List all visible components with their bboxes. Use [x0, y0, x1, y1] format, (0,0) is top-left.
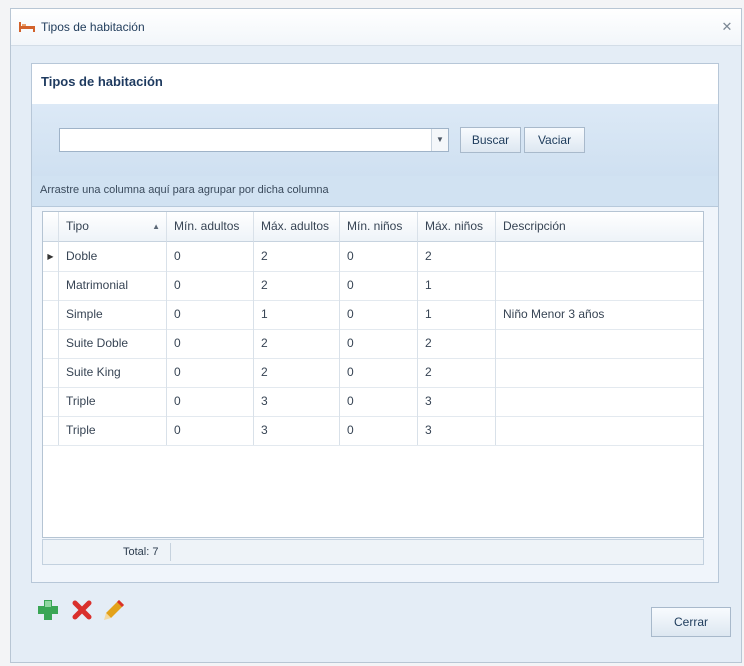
cell-tipo[interactable]: Doble — [59, 242, 167, 271]
cell-descripcion[interactable] — [496, 416, 703, 445]
cell-max-adultos[interactable]: 3 — [254, 387, 340, 416]
current-row-indicator-icon: ▶ — [43, 242, 59, 271]
table-row[interactable]: ▶ Doble 0 2 0 2 — [43, 242, 703, 272]
cell-min-ninos[interactable]: 0 — [340, 387, 418, 416]
cell-min-ninos[interactable]: 0 — [340, 329, 418, 358]
row-indicator-header — [43, 212, 59, 242]
title-bar[interactable]: Tipos de habitación ✕ — [11, 9, 741, 46]
cell-min-ninos[interactable]: 0 — [340, 242, 418, 271]
cell-min-adultos[interactable]: 0 — [167, 416, 254, 445]
total-count: Total: 7 — [123, 546, 159, 558]
search-bar: ▼ Buscar Vaciar — [32, 104, 718, 176]
cell-descripcion[interactable] — [496, 329, 703, 358]
column-header-min-ninos[interactable]: Mín. niños — [340, 212, 418, 242]
cell-max-ninos[interactable]: 1 — [418, 271, 496, 300]
cell-min-ninos[interactable]: 0 — [340, 271, 418, 300]
panel-title: Tipos de habitación — [41, 74, 163, 89]
cell-tipo[interactable]: Suite King — [59, 358, 167, 387]
column-header-min-adultos[interactable]: Mín. adultos — [167, 212, 254, 242]
cell-tipo[interactable]: Simple — [59, 300, 167, 329]
cell-max-ninos[interactable]: 3 — [418, 416, 496, 445]
edit-icon — [104, 600, 124, 620]
cell-max-adultos[interactable]: 2 — [254, 271, 340, 300]
cell-min-adultos[interactable]: 0 — [167, 271, 254, 300]
cell-max-adultos[interactable]: 2 — [254, 242, 340, 271]
delete-button[interactable] — [69, 597, 95, 623]
row-indicator — [43, 358, 59, 387]
cell-descripcion[interactable] — [496, 271, 703, 300]
row-indicator — [43, 329, 59, 358]
add-icon — [38, 600, 58, 620]
delete-icon — [72, 600, 92, 620]
window-title: Tipos de habitación — [41, 20, 145, 34]
table-row[interactable]: Matrimonial 0 2 0 1 — [43, 271, 703, 301]
room-types-panel: Tipos de habitación ▼ Buscar Vaciar Arra… — [31, 63, 719, 583]
group-by-panel[interactable]: Arrastre una columna aquí para agrupar p… — [32, 176, 718, 207]
cell-min-adultos[interactable]: 0 — [167, 329, 254, 358]
cell-max-adultos[interactable]: 2 — [254, 358, 340, 387]
cell-max-ninos[interactable]: 2 — [418, 358, 496, 387]
search-button[interactable]: Buscar — [460, 127, 521, 153]
cell-max-ninos[interactable]: 3 — [418, 387, 496, 416]
column-header-tipo[interactable]: Tipo ▲ — [59, 212, 167, 242]
cell-tipo[interactable]: Triple — [59, 387, 167, 416]
panel-header: Tipos de habitación — [32, 64, 718, 105]
row-indicator — [43, 416, 59, 445]
column-header-label: Tipo — [66, 219, 89, 233]
cell-min-ninos[interactable]: 0 — [340, 300, 418, 329]
cell-max-ninos[interactable]: 1 — [418, 300, 496, 329]
table-row[interactable]: Suite King 0 2 0 2 — [43, 358, 703, 388]
row-indicator — [43, 300, 59, 329]
row-indicator — [43, 387, 59, 416]
close-icon[interactable]: ✕ — [719, 19, 735, 35]
cell-max-ninos[interactable]: 2 — [418, 242, 496, 271]
cell-min-adultos[interactable]: 0 — [167, 242, 254, 271]
edit-button[interactable] — [101, 597, 127, 623]
close-button[interactable]: Cerrar — [651, 607, 731, 637]
column-header-descripcion[interactable]: Descripción — [496, 212, 703, 242]
cell-max-adultos[interactable]: 1 — [254, 300, 340, 329]
bed-icon — [19, 22, 35, 32]
cell-descripcion[interactable]: Niño Menor 3 años — [496, 300, 703, 329]
column-header-max-adultos[interactable]: Máx. adultos — [254, 212, 340, 242]
cell-descripcion[interactable] — [496, 242, 703, 271]
footer-divider — [170, 543, 171, 561]
sort-ascending-icon: ▲ — [152, 222, 160, 231]
table-row[interactable]: Suite Doble 0 2 0 2 — [43, 329, 703, 359]
cell-descripcion[interactable] — [496, 387, 703, 416]
cell-min-ninos[interactable]: 0 — [340, 358, 418, 387]
cell-max-adultos[interactable]: 2 — [254, 329, 340, 358]
add-button[interactable] — [35, 597, 61, 623]
search-combo[interactable]: ▼ — [59, 128, 449, 152]
cell-tipo[interactable]: Triple — [59, 416, 167, 445]
cell-min-adultos[interactable]: 0 — [167, 300, 254, 329]
cell-max-ninos[interactable]: 2 — [418, 329, 496, 358]
room-types-grid: Tipo ▲ Mín. adultos Máx. adultos Mín. ni… — [42, 211, 704, 538]
cell-min-adultos[interactable]: 0 — [167, 358, 254, 387]
table-row[interactable]: Simple 0 1 0 1 Niño Menor 3 años — [43, 300, 703, 330]
cell-min-ninos[interactable]: 0 — [340, 416, 418, 445]
grid-footer: Total: 7 — [42, 539, 704, 565]
cell-tipo[interactable]: Suite Doble — [59, 329, 167, 358]
chevron-down-icon[interactable]: ▼ — [431, 129, 448, 151]
cell-descripcion[interactable] — [496, 358, 703, 387]
cell-max-adultos[interactable]: 3 — [254, 416, 340, 445]
column-header-max-ninos[interactable]: Máx. niños — [418, 212, 496, 242]
clear-button[interactable]: Vaciar — [524, 127, 585, 153]
cell-tipo[interactable]: Matrimonial — [59, 271, 167, 300]
cell-min-adultos[interactable]: 0 — [167, 387, 254, 416]
grid-header: Tipo ▲ Mín. adultos Máx. adultos Mín. ni… — [43, 212, 703, 242]
table-row[interactable]: Triple 0 3 0 3 — [43, 387, 703, 417]
group-by-hint: Arrastre una columna aquí para agrupar p… — [40, 184, 329, 196]
dialog-window: Tipos de habitación ✕ Tipos de habitació… — [10, 8, 742, 663]
table-row[interactable]: Triple 0 3 0 3 — [43, 416, 703, 446]
row-indicator — [43, 271, 59, 300]
